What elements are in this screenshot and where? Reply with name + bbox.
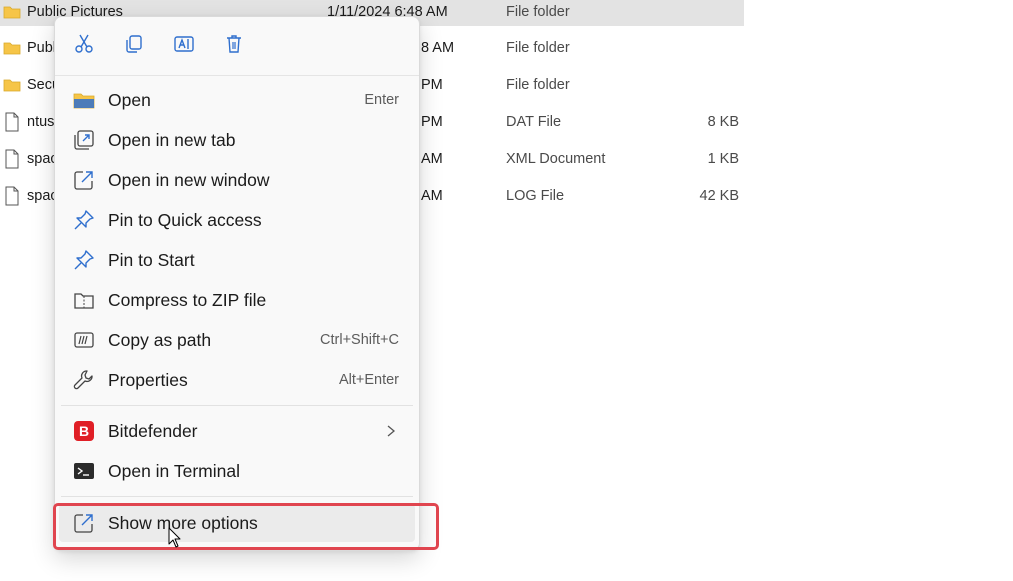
file-name: ntus — [27, 114, 55, 130]
file-type: File folder — [506, 40, 570, 56]
copy-path-icon — [73, 329, 95, 351]
menu-item-pin-to-start[interactable]: Pin to Start — [59, 241, 415, 279]
chevron-right-icon — [385, 423, 397, 439]
file-type: LOG File — [506, 188, 565, 204]
folder-icon — [3, 40, 21, 56]
shortcut-label: Ctrl+Shift+C — [320, 332, 399, 348]
file-date: AM — [421, 151, 443, 167]
file-date: PM — [421, 114, 443, 130]
menu-item-bitdefender[interactable]: B Bitdefender — [59, 412, 415, 450]
zip-icon — [73, 289, 95, 311]
menu-item-label: Pin to Start — [108, 250, 195, 270]
highlight-annotation — [53, 503, 439, 550]
menu-item-open-in-new-tab[interactable]: Open in new tab — [59, 121, 415, 159]
file-type: File folder — [506, 77, 570, 93]
quick-actions-bar — [55, 17, 419, 76]
menu-item-label: Open in Terminal — [108, 461, 240, 481]
pin-start-icon — [73, 249, 95, 271]
file-size: 8 KB — [707, 114, 739, 130]
menu-item-label: Compress to ZIP file — [108, 290, 267, 310]
menu-item-properties[interactable]: Properties Alt+Enter — [59, 361, 415, 399]
file-size: 1 KB — [707, 151, 739, 167]
context-menu: Open Enter Open in new tab Open in new w… — [54, 16, 420, 551]
menu-item-label: Bitdefender — [108, 421, 198, 441]
mouse-cursor-icon — [168, 527, 182, 549]
new-window-icon — [73, 169, 95, 191]
menu-item-label: Open in new window — [108, 170, 270, 190]
shortcut-label: Alt+Enter — [338, 372, 399, 388]
delete-icon — [223, 33, 245, 60]
svg-text:B: B — [79, 423, 89, 439]
bitdefender-icon: B — [73, 420, 95, 442]
file-date: 8 AM — [421, 40, 455, 56]
wrench-icon — [73, 369, 95, 391]
file-type: XML Document — [506, 151, 606, 167]
file-type: File folder — [506, 4, 570, 20]
folder-icon — [3, 4, 21, 20]
menu-item-compress-to-zip[interactable]: Compress to ZIP file — [59, 281, 415, 319]
shortcut-label: Enter — [364, 92, 399, 108]
menu-separator — [61, 496, 413, 497]
file-date: AM — [421, 188, 443, 204]
rename-icon — [173, 33, 195, 60]
delete-button[interactable] — [216, 29, 252, 63]
file-name: Publ — [27, 40, 57, 56]
terminal-icon — [73, 460, 95, 482]
cut-icon — [73, 33, 95, 60]
folder-open-icon — [73, 89, 95, 111]
copy-button[interactable] — [116, 29, 152, 63]
rename-button[interactable] — [166, 29, 202, 63]
menu-item-label: Properties — [108, 370, 188, 390]
menu-item-label: Pin to Quick access — [108, 210, 262, 230]
file-size: 42 KB — [699, 188, 740, 204]
menu-item-open-in-terminal[interactable]: Open in Terminal — [59, 452, 415, 490]
pin-icon — [73, 209, 95, 231]
menu-item-label: Copy as path — [108, 330, 212, 350]
menu-item-open[interactable]: Open Enter — [59, 81, 415, 119]
menu-item-label: Open in new tab — [108, 130, 236, 150]
folder-icon — [3, 77, 21, 93]
menu-item-label: Open — [108, 90, 151, 110]
file-type: DAT File — [506, 114, 562, 130]
new-tab-icon — [73, 129, 95, 151]
menu-separator — [61, 405, 413, 406]
file-date: PM — [421, 77, 443, 93]
menu-item-copy-as-path[interactable]: Copy as path Ctrl+Shift+C — [59, 321, 415, 359]
menu-item-pin-to-quick-access[interactable]: Pin to Quick access — [59, 201, 415, 239]
file-icon — [3, 149, 21, 169]
menu-item-open-in-new-window[interactable]: Open in new window — [59, 161, 415, 199]
copy-icon — [123, 33, 145, 60]
file-icon — [3, 186, 21, 206]
cut-button[interactable] — [66, 29, 102, 63]
file-icon — [3, 112, 21, 132]
